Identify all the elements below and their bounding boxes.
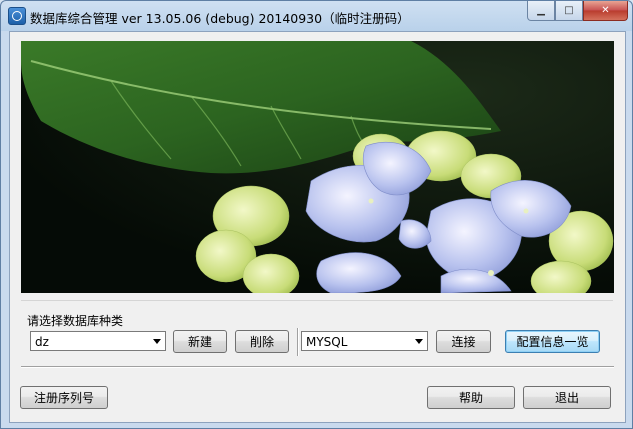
register-serial-button[interactable]: 注册序列号 [20, 386, 108, 409]
db-type-select-value: MYSQL [306, 335, 348, 349]
chevron-down-icon [415, 339, 423, 344]
close-button[interactable]: ✕ [583, 1, 628, 21]
footer-divider [21, 366, 614, 368]
db-type-select[interactable]: MYSQL [301, 331, 428, 351]
help-button[interactable]: 帮助 [427, 386, 515, 409]
db-name-select[interactable]: dz [30, 331, 166, 351]
db-name-select-value: dz [35, 335, 49, 349]
app-window: 数据库综合管理 ver 13.05.06 (debug) 20140930（临时… [0, 0, 633, 429]
exit-button[interactable]: 退出 [523, 386, 611, 409]
delete-button[interactable]: 削除 [235, 330, 289, 353]
banner-image [21, 41, 614, 293]
db-type-group-label: 请选择数据库种类 [27, 314, 124, 328]
group-divider [297, 328, 299, 356]
minimize-button[interactable]: ▁ [527, 1, 555, 21]
hydrangea-image [21, 41, 614, 293]
connect-button[interactable]: 连接 [436, 330, 491, 353]
title-bar[interactable]: 数据库综合管理 ver 13.05.06 (debug) 20140930（临时… [1, 1, 632, 31]
maximize-button[interactable]: □ [555, 1, 583, 21]
chevron-down-icon [153, 339, 161, 344]
config-info-button[interactable]: 配置信息一览 [505, 330, 600, 353]
new-button[interactable]: 新建 [173, 330, 227, 353]
caption-buttons: ▁ □ ✕ [527, 1, 628, 21]
client-area: 请选择数据库种类 dz 新建 削除 MYSQL 连接 配置信息一览 注册序列号 … [9, 31, 626, 423]
window-title: 数据库综合管理 ver 13.05.06 (debug) 20140930（临时… [30, 11, 410, 26]
app-icon [8, 7, 26, 25]
